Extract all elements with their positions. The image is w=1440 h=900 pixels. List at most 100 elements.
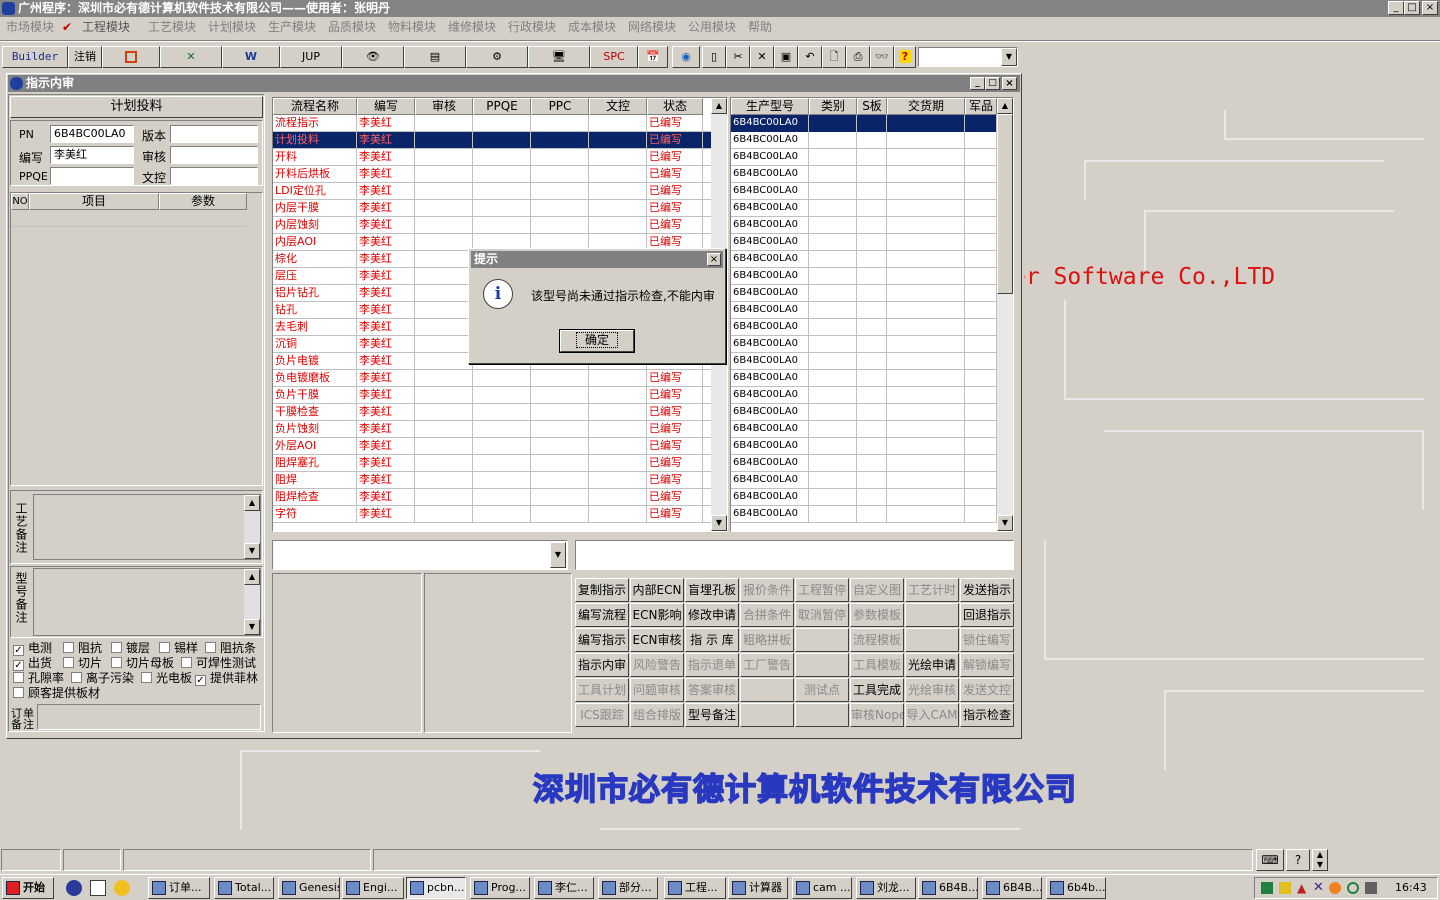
taskbar-task[interactable]: cam ... (792, 877, 852, 899)
checkbox-impedance-strip[interactable]: 阻抗条 (205, 641, 256, 655)
action-button[interactable]: 发送指示 (960, 578, 1014, 602)
model-row[interactable]: 6B4BC00LA0 (731, 268, 997, 285)
quicklaunch-app-icon[interactable] (114, 880, 130, 896)
process-row[interactable]: 干膜检查 李美红 已编写 (273, 404, 711, 421)
taskbar-task[interactable]: 工程... (664, 877, 726, 899)
print-button[interactable]: ⎙ (846, 46, 870, 68)
checkbox-provide-film[interactable]: ✓ 提供菲林 (195, 671, 258, 686)
model-row[interactable]: 6B4BC00LA0 (731, 183, 997, 200)
restore-button[interactable]: □ (1404, 1, 1420, 15)
tray-sync-icon[interactable] (1347, 882, 1359, 894)
menu-network[interactable]: 网络模块 (628, 17, 676, 37)
database-button[interactable]: ▤ (404, 46, 466, 68)
powerpoint-button[interactable] (102, 46, 160, 68)
action-button[interactable]: 粗略拼板 (740, 628, 794, 652)
action-button[interactable]: 流程模板 (850, 628, 904, 652)
action-button[interactable]: 指 示 库 (685, 628, 739, 652)
model-row[interactable]: 6B4BC00LA0 (731, 132, 997, 149)
action-button[interactable]: ICS跟踪 (575, 703, 629, 727)
scroll-thumb[interactable] (997, 114, 1013, 294)
save-button[interactable]: ▣ (774, 46, 798, 68)
taskbar-task[interactable]: Genesis (278, 877, 340, 899)
spc-button[interactable]: SPC (590, 46, 638, 68)
action-button[interactable]: 内部ECN (630, 578, 684, 602)
process-row[interactable]: 负电镀磨板 李美红 已编写 (273, 370, 711, 387)
scroll-down-icon[interactable]: ▼ (711, 515, 727, 531)
action-button[interactable]: ECN审核 (630, 628, 684, 652)
scroll-down-icon[interactable]: ▼ (997, 515, 1013, 531)
start-button[interactable]: 开始 (2, 877, 54, 899)
undo-button[interactable]: ↶ (798, 46, 822, 68)
checkbox-slice-board[interactable]: 切片母板 (111, 656, 174, 670)
menu-maintenance[interactable]: 维修模块 (448, 17, 496, 37)
process-combo[interactable]: ▼ (272, 540, 568, 570)
checkbox-ion-contamination[interactable]: 离子污染 (71, 671, 134, 685)
action-button[interactable]: 参数模板 (850, 603, 904, 627)
action-button[interactable]: 工程暂停 (795, 578, 849, 602)
remark-input[interactable] (575, 540, 1014, 570)
action-button[interactable]: 合拼条件 (740, 603, 794, 627)
writer-field[interactable]: 李美红 (50, 146, 134, 164)
action-button[interactable]: 工具模板 (850, 653, 904, 677)
action-button[interactable]: 自定义图 (850, 578, 904, 602)
checkbox-electric-test[interactable]: ✓ 电测 (13, 641, 52, 656)
menu-market[interactable]: 市场模块 (6, 17, 54, 37)
scroll-up-icon[interactable]: ▲ (997, 98, 1013, 114)
taskbar-task[interactable]: 6B4B... (982, 877, 1042, 899)
model-row[interactable]: 6B4BC00LA0 (731, 506, 997, 523)
model-row[interactable]: 6B4BC00LA0 (731, 234, 997, 251)
model-row[interactable]: 6B4BC00LA0 (731, 489, 997, 506)
action-button[interactable]: 指示检查 (960, 703, 1014, 727)
scroll-up-icon[interactable]: ▲ (711, 98, 727, 114)
taskbar-task[interactable]: pcbn... (406, 877, 466, 899)
process-row[interactable]: 外层AOI 李美红 已编写 (273, 438, 711, 455)
action-button[interactable]: 工厂警告 (740, 653, 794, 677)
help-status-icon[interactable]: ? (1286, 849, 1310, 871)
model-grid-scrollbar[interactable]: ▲ ▼ (997, 98, 1013, 531)
menu-quality[interactable]: 品质模块 (328, 17, 376, 37)
computer-button[interactable]: 🖥 (528, 46, 590, 68)
process-row[interactable]: 负片蚀刻 李美红 已编写 (273, 421, 711, 438)
model-row[interactable]: 6B4BC00LA0 (731, 353, 997, 370)
action-button[interactable]: 发送文控 (960, 678, 1014, 702)
checkbox-impedance[interactable]: 阻抗 (63, 641, 102, 655)
checkbox-photo-board[interactable]: 光电板 (141, 671, 192, 685)
taskbar-task[interactable]: 订单... (148, 877, 210, 899)
menu-public[interactable]: 公用模块 (688, 17, 736, 37)
version-field[interactable] (170, 125, 258, 143)
close-button[interactable]: × (1422, 1, 1438, 15)
action-button[interactable]: 型号备注 (685, 703, 739, 727)
checkbox-slice[interactable]: 切片 (63, 656, 102, 670)
web-button[interactable]: ◉ (672, 46, 700, 68)
new-button[interactable]: ▯ (702, 46, 726, 68)
preview-button[interactable]: 🗋 (822, 46, 846, 68)
model-row[interactable]: 6B4BC00LA0 (731, 455, 997, 472)
chevron-down-icon[interactable]: ▼ (550, 542, 566, 568)
process-row[interactable]: 开料后烘板 李美红 已编写 (273, 166, 711, 183)
taskbar-task[interactable]: 李仁... (534, 877, 594, 899)
action-button[interactable]: 测试点 (795, 678, 849, 702)
action-button[interactable]: 审核Nope (850, 703, 904, 727)
review-field[interactable] (170, 146, 258, 164)
doc-field[interactable] (170, 167, 258, 185)
action-button[interactable]: 盲埋孔板 (685, 578, 739, 602)
action-button[interactable]: 光绘申请 (905, 653, 959, 677)
toolbar-combo[interactable]: ▼ (918, 47, 1018, 67)
taskbar-task[interactable]: Engi... (342, 877, 404, 899)
taskbar-task[interactable]: 计算器 (728, 877, 788, 899)
model-row[interactable]: 6B4BC00LA0 (731, 370, 997, 387)
menu-admin[interactable]: 行政模块 (508, 17, 556, 37)
action-button[interactable]: 工具完成 (850, 678, 904, 702)
action-button[interactable]: 工具计划 (575, 678, 629, 702)
action-button[interactable]: 指示内审 (575, 653, 629, 677)
ok-button[interactable]: 确定 (559, 329, 635, 353)
checkbox-tin-sample[interactable]: 锡样 (159, 641, 198, 655)
checkbox-solderability[interactable]: 可焊性测试 (181, 656, 256, 670)
taskbar-task[interactable]: Prog... (470, 877, 530, 899)
menu-process[interactable]: 工艺模块 (148, 17, 196, 37)
model-row[interactable]: 6B4BC00LA0 (731, 302, 997, 319)
action-button[interactable]: 指示退单 (685, 653, 739, 677)
checkbox-porosity[interactable]: 孔隙率 (13, 671, 64, 685)
model-row[interactable]: 6B4BC00LA0 (731, 115, 997, 132)
checkbox-customer-material[interactable]: 顾客提供板材 (13, 686, 100, 700)
